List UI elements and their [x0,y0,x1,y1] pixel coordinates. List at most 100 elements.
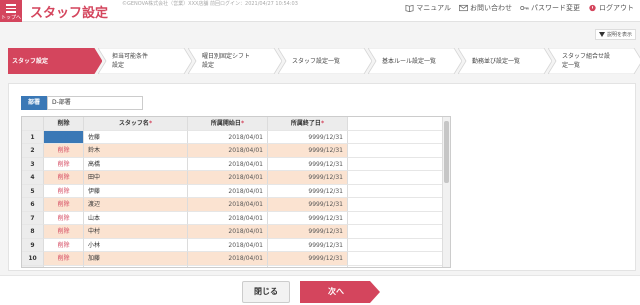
staff-name-cell[interactable]: 山本 [84,211,188,225]
start-date-cell[interactable]: 2018/04/01 [188,265,268,267]
required-mark: * [148,120,153,127]
end-date-cell[interactable]: 9999/12/31 [268,211,348,225]
password-link[interactable]: パスワード変更 [520,3,580,13]
step-1[interactable]: スタッフ設定 [8,48,102,74]
delete-link[interactable]: 削除 [44,184,84,198]
delete-link[interactable]: 削除 [44,130,84,144]
row-number-header [22,117,44,131]
step-label: スタッフ組合せ設 定一覧 [562,48,610,74]
table-row[interactable]: 2 削除 鈴木 2018/04/01 9999/12/31 [22,144,442,158]
table-row[interactable]: 9 削除 小林 2018/04/01 9999/12/31 [22,238,442,252]
end-date-cell[interactable]: 9999/12/31 [268,252,348,266]
staff-name-cell[interactable]: 加藤 [84,252,188,266]
table-row[interactable]: 8 削除 中村 2018/04/01 9999/12/31 [22,225,442,239]
explain-label: 説明を表示 [606,32,632,38]
table-row[interactable]: 6 削除 渡辺 2018/04/01 9999/12/31 [22,198,442,212]
step-label: 勤務並び設定一覧 [472,48,520,74]
end-date-column-header[interactable]: 所属終了日* [268,117,348,131]
start-date-cell[interactable]: 2018/04/01 [188,211,268,225]
start-date-cell[interactable]: 2018/04/01 [188,225,268,239]
end-date-cell[interactable]: 9999/12/31 [268,198,348,212]
step-label-line2: 設定 [202,62,215,69]
table-row[interactable]: 1 削除 佐藤 2018/04/01 9999/12/31 [22,130,442,144]
triangle-down-icon [598,32,605,37]
next-label: 次へ [328,287,344,296]
row-number: 4 [22,171,44,185]
delete-link[interactable]: 削除 [44,238,84,252]
staff-name-cell[interactable]: 高橋 [84,157,188,171]
staff-name-cell[interactable]: 田中 [84,171,188,185]
step-4[interactable]: スタッフ設定一覧 [278,48,372,74]
staff-name-cell[interactable]: 小林 [84,238,188,252]
start-date-cell[interactable]: 2018/04/01 [188,130,268,144]
logout-icon [589,4,596,12]
staff-table: 削除 スタッフ名* 所属開始日* 所属終了日* 1 削除 佐藤 2018/04/01 9… [21,116,451,268]
logout-link[interactable]: ログアウト [588,3,634,13]
row-number: 6 [22,198,44,212]
delete-link[interactable]: 削除 [44,265,84,267]
staff-name-cell[interactable]: 佐藤 [84,130,188,144]
end-date-cell[interactable]: 9999/12/31 [268,265,348,267]
page-title: スタッフ設定 [30,6,109,21]
step-label: 基本ルール設定一覧 [382,48,436,74]
start-date-cell[interactable]: 2018/04/01 [188,144,268,158]
delete-link[interactable]: 削除 [44,171,84,185]
step-label-line1: 担当可能条件 [112,53,149,60]
staff-name-column-header[interactable]: スタッフ名* [84,117,188,131]
end-date-cell[interactable]: 9999/12/31 [268,157,348,171]
end-date-cell[interactable]: 9999/12/31 [268,171,348,185]
table-row[interactable]: 4 削除 田中 2018/04/01 9999/12/31 [22,171,442,185]
end-date-cell[interactable]: 9999/12/31 [268,225,348,239]
table-row[interactable]: 11削除吉田2018/04/019999/12/31 [22,265,442,267]
staff-name-cell[interactable]: 鈴木 [84,144,188,158]
step-3[interactable]: 曜日別固定シフト 設定 [188,48,282,74]
table-row[interactable]: 5 削除 伊藤 2018/04/01 9999/12/31 [22,184,442,198]
end-date-cell[interactable]: 9999/12/31 [268,130,348,144]
staff-name-cell[interactable]: 中村 [84,225,188,239]
close-button[interactable]: 閉じる [242,281,290,303]
start-date-cell[interactable]: 2018/04/01 [188,198,268,212]
end-date-cell[interactable]: 9999/12/31 [268,144,348,158]
required-mark: * [320,120,325,127]
empty-cell [348,225,442,239]
delete-link[interactable]: 削除 [44,157,84,171]
delete-link[interactable]: 削除 [44,252,84,266]
step-2[interactable]: 担当可能条件 設定 [98,48,192,74]
next-button[interactable]: 次へ [300,281,380,303]
end-date-cell[interactable]: 9999/12/31 [268,184,348,198]
delete-link[interactable]: 削除 [44,198,84,212]
end-date-cell[interactable]: 9999/12/31 [268,238,348,252]
start-date-cell[interactable]: 2018/04/01 [188,252,268,266]
menu-button[interactable]: トップへ [0,0,22,22]
step-5[interactable]: 基本ルール設定一覧 [368,48,462,74]
manual-link[interactable]: マニュアル [405,3,451,13]
delete-link[interactable]: 削除 [44,225,84,239]
required-mark: * [240,120,245,127]
empty-cell [348,157,442,171]
table-row[interactable]: 10 削除 加藤 2018/04/01 9999/12/31 [22,252,442,266]
contact-link[interactable]: お問い合わせ [459,3,512,13]
logout-label: ログアウト [599,4,634,12]
start-date-column-header[interactable]: 所属開始日* [188,117,268,131]
empty-cell [348,238,442,252]
step-7[interactable]: スタッフ組合せ設 定一覧 [548,48,640,74]
row-number: 10 [22,252,44,266]
table-scrollbar[interactable] [442,117,450,267]
department-field[interactable]: D-部署 [47,96,143,110]
scrollbar-thumb[interactable] [444,121,449,183]
step-6[interactable]: 勤務並び設定一覧 [458,48,552,74]
explain-toggle[interactable]: 説明を表示 [594,29,636,40]
table-row[interactable]: 3 削除 高橋 2018/04/01 9999/12/31 [22,157,442,171]
start-date-cell[interactable]: 2018/04/01 [188,157,268,171]
start-date-cell[interactable]: 2018/04/01 [188,171,268,185]
delete-link[interactable]: 削除 [44,211,84,225]
department-tag: 部署 [21,96,47,110]
staff-name-cell[interactable]: 伊藤 [84,184,188,198]
start-date-cell[interactable]: 2018/04/01 [188,238,268,252]
row-number: 5 [22,184,44,198]
staff-name-cell[interactable]: 吉田 [84,265,188,267]
delete-link[interactable]: 削除 [44,144,84,158]
staff-name-cell[interactable]: 渡辺 [84,198,188,212]
start-date-cell[interactable]: 2018/04/01 [188,184,268,198]
table-row[interactable]: 7 削除 山本 2018/04/01 9999/12/31 [22,211,442,225]
